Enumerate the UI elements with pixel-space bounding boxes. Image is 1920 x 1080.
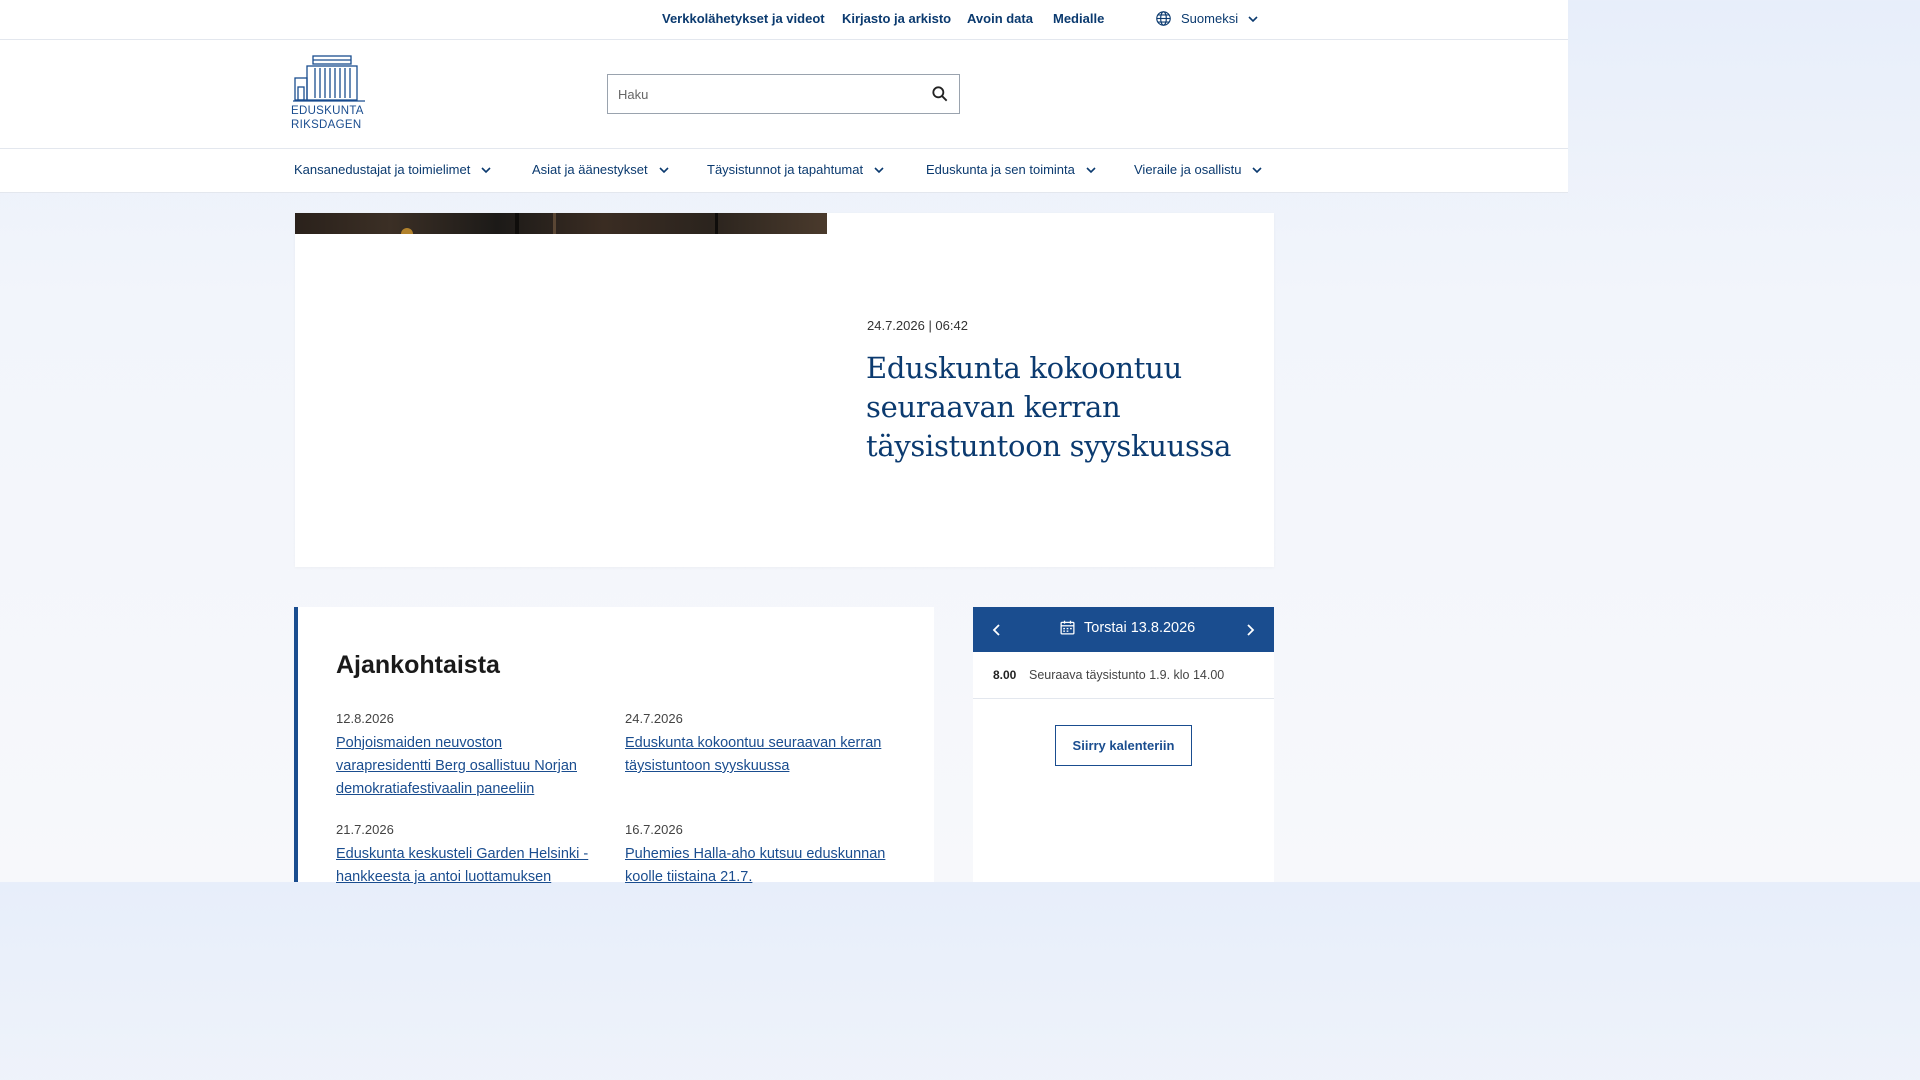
news-section: Ajankohtaista 12.8.2026 Pohjoismaiden ne…: [294, 607, 934, 885]
calendar-widget: Torstai 13.8.2026 8.00 Seuraava täysistu…: [973, 607, 1274, 882]
nav-item-matters[interactable]: Asiat ja äänestykset: [532, 162, 670, 177]
event-text: Seuraava täysistunto 1.9. klo 14.00: [1029, 668, 1225, 682]
language-label: Suomeksi: [1181, 11, 1239, 26]
eduskunta-logo[interactable]: EDUSKUNTA RIKSDAGEN: [291, 54, 371, 132]
chevron-down-icon: [481, 166, 491, 173]
nav-item-label: Vieraile ja osallistu: [1134, 162, 1242, 177]
site-header: EDUSKUNTA RIKSDAGEN: [0, 40, 1568, 148]
news-item: 12.8.2026 Pohjoismaiden neuvoston varapr…: [336, 710, 601, 801]
news-item: 24.7.2026 Eduskunta kokoontuu seuraavan …: [625, 710, 890, 778]
news-item: 21.7.2026 Eduskunta keskusteli Garden He…: [336, 821, 601, 889]
calendar-icon: [1060, 620, 1075, 635]
news-date: 12.8.2026: [336, 711, 394, 726]
nav-item-parliament[interactable]: Eduskunta ja sen toiminta: [926, 162, 1097, 177]
globe-icon: [1156, 11, 1171, 26]
chevron-down-icon: [1248, 15, 1258, 22]
logo-text-fi: EDUSKUNTA: [291, 105, 364, 117]
hero-image: [295, 213, 827, 234]
news-date: 24.7.2026: [625, 711, 683, 726]
search-icon[interactable]: [930, 84, 950, 104]
calendar-header: Torstai 13.8.2026: [973, 607, 1274, 652]
news-link[interactable]: Pohjoismaiden neuvoston varapresidentti …: [336, 732, 601, 801]
logo-text-sv: RIKSDAGEN: [291, 119, 362, 131]
language-selector[interactable]: Suomeksi: [1155, 10, 1259, 27]
chevron-right-icon[interactable]: [1240, 620, 1260, 640]
util-link-open-data[interactable]: Avoin data: [967, 11, 1033, 26]
utility-bar: Verkkolähetykset ja videot Kirjasto ja a…: [0, 0, 1568, 40]
chevron-down-icon: [1252, 166, 1263, 173]
news-link[interactable]: Eduskunta keskusteli Garden Helsinki -ha…: [336, 843, 601, 889]
news-link[interactable]: Puhemies Halla-aho kutsuu eduskunnan koo…: [625, 843, 890, 889]
calendar-event[interactable]: 8.00 Seuraava täysistunto 1.9. klo 14.00: [973, 653, 1274, 699]
search-box: [607, 74, 960, 114]
parliament-building-icon: [293, 55, 365, 102]
news-date: 16.7.2026: [625, 822, 683, 837]
nav-item-plenary[interactable]: Täysistunnot ja tapahtumat: [707, 162, 885, 177]
event-time: 8.00: [993, 668, 1017, 682]
news-date: 21.7.2026: [336, 822, 394, 837]
go-to-calendar-button[interactable]: Siirry kalenteriin: [1055, 725, 1192, 766]
news-link[interactable]: Eduskunta kokoontuu seuraavan kerran täy…: [625, 732, 890, 778]
nav-item-label: Kansanedustajat ja toimielimet: [294, 162, 471, 177]
util-link-media[interactable]: Medialle: [1053, 11, 1104, 26]
nav-item-label: Asiat ja äänestykset: [532, 162, 648, 177]
nav-item-visit[interactable]: Vieraile ja osallistu: [1134, 162, 1263, 177]
util-link-library[interactable]: Kirjasto ja arkisto: [842, 11, 951, 26]
chevron-down-icon: [874, 166, 884, 173]
search-input[interactable]: [618, 83, 918, 105]
nav-item-label: Eduskunta ja sen toiminta: [926, 162, 1075, 177]
calendar-date-label: Torstai 13.8.2026: [1084, 619, 1196, 636]
chevron-down-icon: [1086, 166, 1096, 173]
main-nav: Kansanedustajat ja toimielimet Asiat ja …: [0, 148, 1568, 193]
calendar-date: Torstai 13.8.2026: [1059, 619, 1195, 636]
nav-item-label: Täysistunnot ja tapahtumat: [707, 162, 864, 177]
chevron-down-icon: [659, 166, 669, 173]
news-heading: Ajankohtaista: [336, 651, 500, 679]
chevron-left-icon[interactable]: [987, 620, 1007, 640]
hero-datetime: 24.7.2026 | 06:42: [867, 318, 968, 333]
util-link-broadcasts[interactable]: Verkkolähetykset ja videot: [662, 11, 825, 26]
nav-item-representatives[interactable]: Kansanedustajat ja toimielimet: [294, 162, 492, 177]
hero-card[interactable]: 24.7.2026 | 06:42 Eduskunta kokoontuu se…: [295, 213, 1274, 567]
news-item: 16.7.2026 Puhemies Halla-aho kutsuu edus…: [625, 821, 890, 889]
hero-title[interactable]: Eduskunta kokoontuu seuraavan kerran täy…: [866, 349, 1256, 466]
